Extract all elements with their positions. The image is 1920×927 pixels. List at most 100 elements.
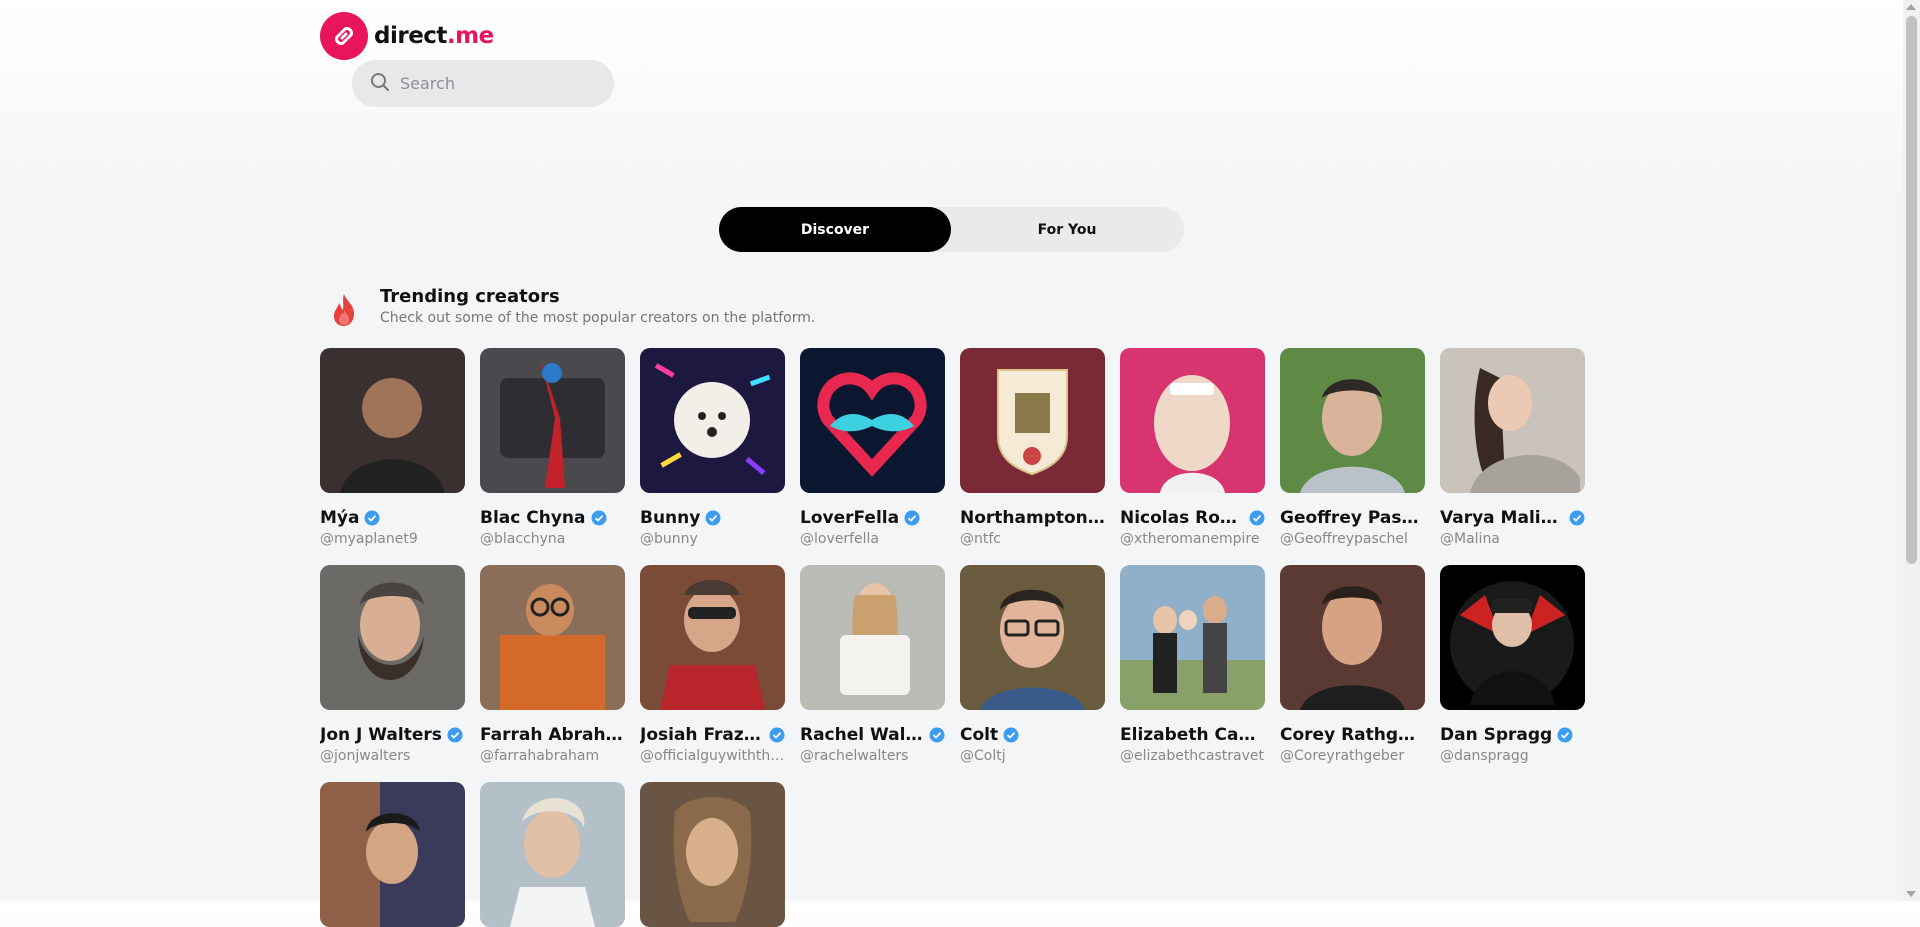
creator-name[interactable]: Colt bbox=[960, 725, 998, 745]
creator-name[interactable]: Geoffrey Pasche... bbox=[1280, 508, 1425, 528]
creator-card[interactable]: Mýa @myaplanet9 bbox=[320, 348, 465, 547]
page-scrollbar[interactable] bbox=[1903, 0, 1920, 901]
scrollbar-thumb[interactable] bbox=[1906, 16, 1917, 564]
creator-name[interactable]: LoverFella bbox=[800, 508, 899, 528]
creator-card[interactable]: LoverFella @loverfella bbox=[800, 348, 945, 547]
creator-avatar[interactable] bbox=[1280, 348, 1425, 493]
creator-name[interactable]: Josiah Frazier bbox=[640, 725, 764, 745]
creator-name[interactable]: Rachel Walters bbox=[800, 725, 924, 745]
creator-handle: @farrahabraham bbox=[480, 748, 600, 764]
verified-badge-icon bbox=[769, 727, 785, 743]
creator-name[interactable]: Varya Malina bbox=[1440, 508, 1564, 528]
scroll-up-arrow-icon[interactable] bbox=[1906, 4, 1916, 10]
tab-for-you[interactable]: For You bbox=[951, 207, 1183, 252]
creator-card[interactable]: Varya Malina @Malina bbox=[1440, 348, 1585, 547]
creator-avatar[interactable] bbox=[800, 565, 945, 710]
brand-name: direct.me bbox=[374, 23, 494, 49]
verified-badge-icon bbox=[1003, 727, 1019, 743]
creator-name[interactable]: Blac Chyna bbox=[480, 508, 586, 528]
creator-handle: @jonjwalters bbox=[320, 748, 411, 764]
section-title: Trending creators bbox=[380, 286, 560, 307]
creator-handle: @officialguywiththe... bbox=[640, 748, 785, 764]
creator-handle: @bunny bbox=[640, 531, 698, 547]
verified-badge-icon bbox=[1557, 727, 1573, 743]
creator-handle: @xtheromanempire bbox=[1120, 531, 1260, 547]
link-icon bbox=[320, 12, 368, 60]
creator-avatar[interactable] bbox=[1120, 565, 1265, 710]
creator-card[interactable]: Rachel Walters @rachelwalters bbox=[800, 565, 945, 764]
creator-card[interactable]: Blac Chyna @blacchyna bbox=[480, 348, 625, 547]
verified-badge-icon bbox=[447, 727, 463, 743]
creator-name[interactable]: Jon J Walters bbox=[320, 725, 442, 745]
creator-card[interactable]: Josiah Frazier @officialguywiththe... bbox=[640, 565, 785, 764]
creator-name[interactable]: Nicolas Roman bbox=[1120, 508, 1244, 528]
creator-handle: @loverfella bbox=[800, 531, 880, 547]
creator-card[interactable] bbox=[640, 782, 785, 927]
creator-avatar[interactable] bbox=[1440, 565, 1585, 710]
creator-avatar[interactable] bbox=[800, 348, 945, 493]
creator-name[interactable]: Farrah Abraha... bbox=[480, 725, 625, 745]
brand-name-main: direct bbox=[374, 23, 447, 49]
creator-name[interactable]: Elizabeth Castra... bbox=[1120, 725, 1265, 745]
creator-card[interactable]: Farrah Abraha... @farrahabraham bbox=[480, 565, 625, 764]
creator-handle: @Coreyrathgeber bbox=[1280, 748, 1405, 764]
creator-name[interactable]: Mýa bbox=[320, 508, 359, 528]
creator-card[interactable]: Bunny @bunny bbox=[640, 348, 785, 547]
creator-avatar[interactable] bbox=[320, 565, 465, 710]
creator-handle: @danspragg bbox=[1440, 748, 1529, 764]
creator-handle: @Malina bbox=[1440, 531, 1500, 547]
creator-name[interactable]: Northampton T... bbox=[960, 508, 1105, 528]
verified-badge-icon bbox=[929, 727, 945, 743]
brand-logo[interactable]: direct.me bbox=[320, 12, 494, 60]
verified-badge-icon bbox=[904, 510, 920, 526]
section-subtitle: Check out some of the most popular creat… bbox=[380, 310, 816, 326]
creator-card[interactable]: Northampton T... @ntfc bbox=[960, 348, 1105, 547]
verified-badge-icon bbox=[364, 510, 380, 526]
creator-handle: @blacchyna bbox=[480, 531, 566, 547]
fire-icon bbox=[320, 286, 368, 334]
verified-badge-icon bbox=[1249, 510, 1265, 526]
creator-card[interactable]: Geoffrey Pasche... @Geoffreypaschel bbox=[1280, 348, 1425, 547]
creator-handle: @Geoffreypaschel bbox=[1280, 531, 1408, 547]
search-icon bbox=[370, 72, 390, 96]
brand-name-accent: .me bbox=[446, 23, 494, 49]
creator-card[interactable] bbox=[320, 782, 465, 927]
creator-handle: @rachelwalters bbox=[800, 748, 909, 764]
feed-tabs: Discover For You bbox=[719, 207, 1184, 252]
creator-name[interactable]: Bunny bbox=[640, 508, 700, 528]
creator-card[interactable]: Corey Rathgebe... @Coreyrathgeber bbox=[1280, 565, 1425, 764]
creator-handle: @myaplanet9 bbox=[320, 531, 418, 547]
creator-avatar[interactable] bbox=[960, 565, 1105, 710]
creator-handle: @ntfc bbox=[960, 531, 1001, 547]
creator-avatar[interactable] bbox=[480, 348, 625, 493]
scroll-down-arrow-icon[interactable] bbox=[1906, 891, 1916, 897]
creator-handle: @elizabethcastravet bbox=[1120, 748, 1264, 764]
trending-section-header: Trending creators Check out some of the … bbox=[320, 286, 815, 334]
creator-avatar[interactable] bbox=[320, 348, 465, 493]
creator-card[interactable]: Dan Spragg @danspragg bbox=[1440, 565, 1585, 764]
creator-card[interactable] bbox=[480, 782, 625, 927]
creator-avatar[interactable] bbox=[640, 348, 785, 493]
search-bar[interactable] bbox=[352, 60, 614, 107]
creator-avatar[interactable] bbox=[1280, 565, 1425, 710]
creator-name[interactable]: Corey Rathgebe... bbox=[1280, 725, 1425, 745]
creator-card[interactable]: Jon J Walters @jonjwalters bbox=[320, 565, 465, 764]
search-input[interactable] bbox=[398, 73, 592, 94]
creator-card[interactable]: Nicolas Roman @xtheromanempire bbox=[1120, 348, 1265, 547]
creator-name[interactable]: Dan Spragg bbox=[1440, 725, 1552, 745]
creator-avatar[interactable] bbox=[640, 565, 785, 710]
tab-discover[interactable]: Discover bbox=[719, 207, 951, 252]
creator-avatar[interactable] bbox=[480, 565, 625, 710]
creator-avatar[interactable] bbox=[480, 782, 625, 927]
creator-avatar[interactable] bbox=[1440, 348, 1585, 493]
creator-avatar[interactable] bbox=[960, 348, 1105, 493]
verified-badge-icon bbox=[1569, 510, 1585, 526]
creator-avatar[interactable] bbox=[640, 782, 785, 927]
creator-card[interactable]: Colt @Coltj bbox=[960, 565, 1105, 764]
creator-avatar[interactable] bbox=[1120, 348, 1265, 493]
creator-card[interactable]: Elizabeth Castra... @elizabethcastravet bbox=[1120, 565, 1265, 764]
verified-badge-icon bbox=[705, 510, 721, 526]
creator-handle: @Coltj bbox=[960, 748, 1006, 764]
verified-badge-icon bbox=[591, 510, 606, 526]
creator-avatar[interactable] bbox=[320, 782, 465, 927]
